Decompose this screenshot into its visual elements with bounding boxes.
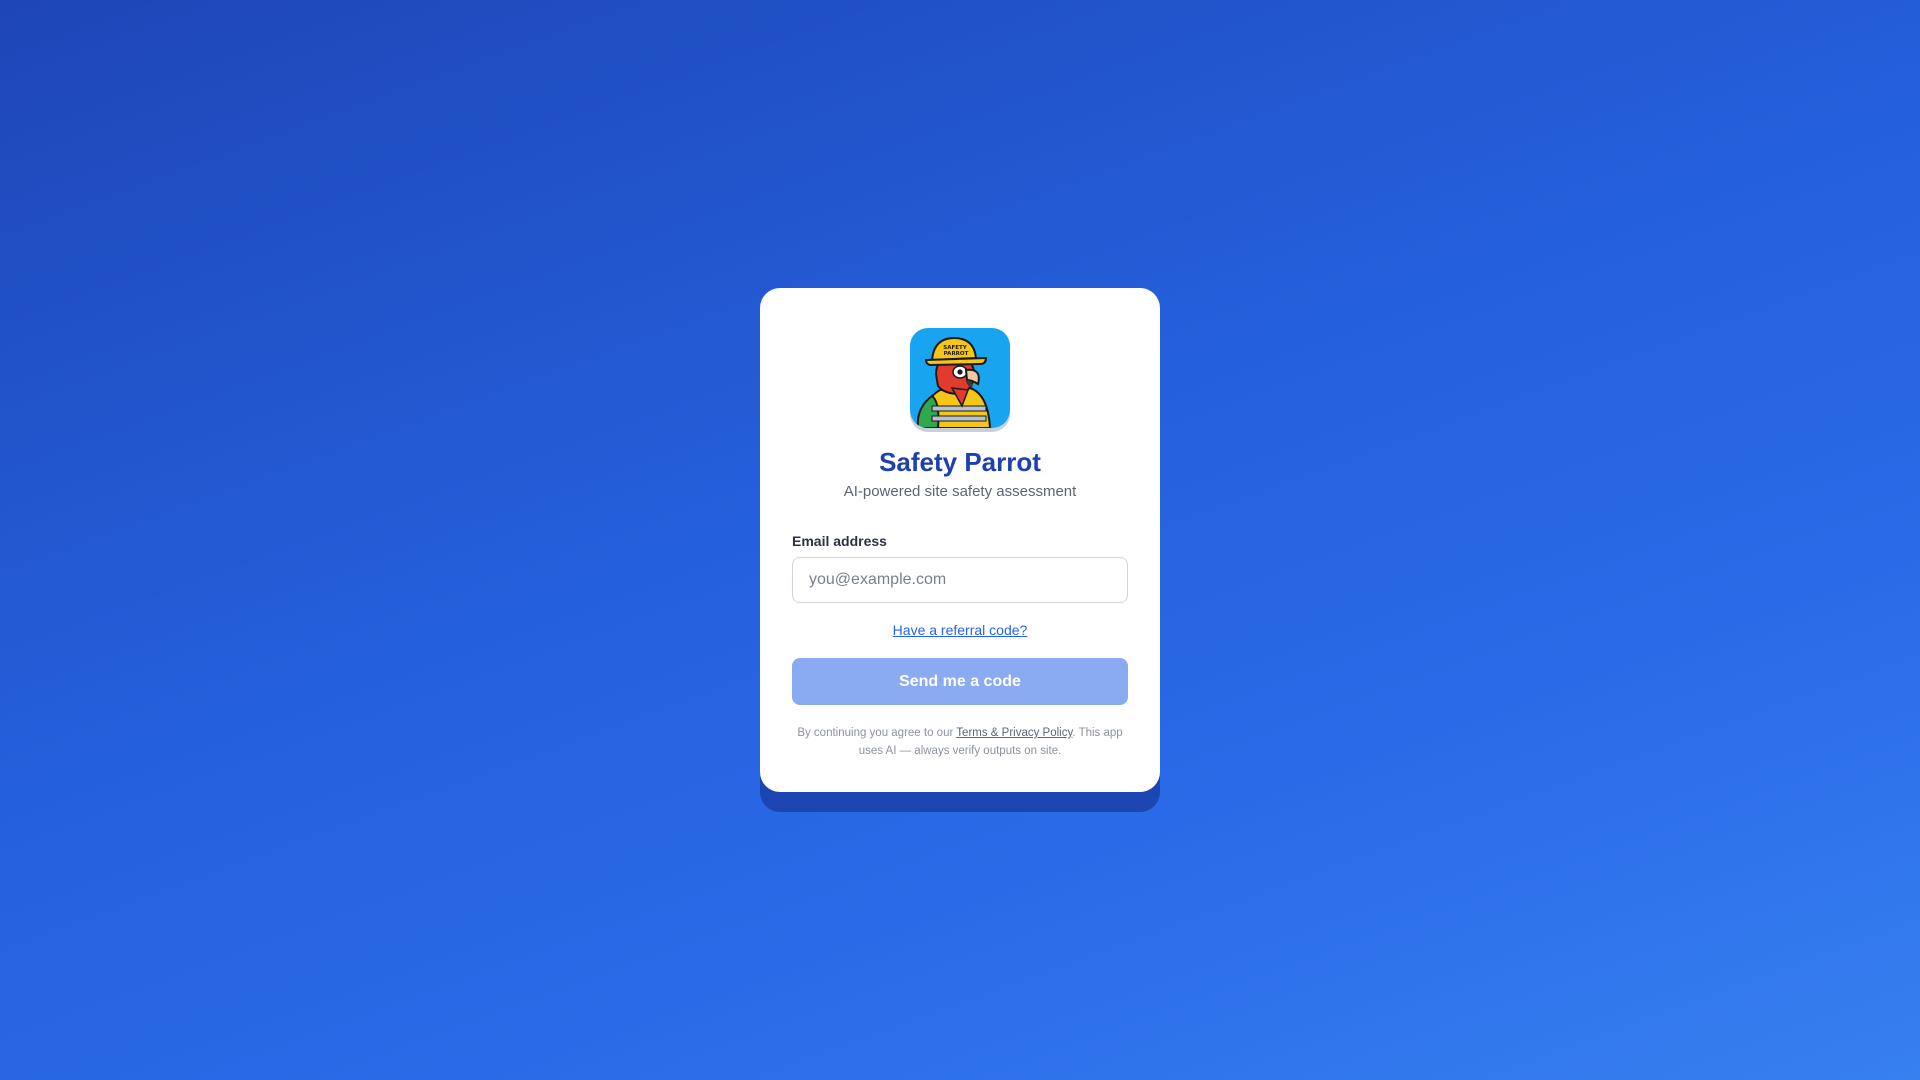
email-label: Email address [792,533,887,549]
svg-text:PARROT: PARROT [944,351,969,357]
app-title: Safety Parrot [879,447,1041,477]
legal-prefix: By continuing you agree to our [797,727,957,739]
app-subtitle: AI-powered site safety assessment [843,483,1077,500]
login-card-wrapper: SAFETY PARROT Safety Parrot AI-powered s… [760,288,1160,812]
email-input[interactable] [792,557,1128,603]
parrot-hardhat-logo-icon: SAFETY PARROT [916,336,992,428]
app-logo: SAFETY PARROT [910,328,1010,428]
referral-code-link[interactable]: Have a referral code? [792,621,1128,639]
legal-notice: By continuing you agree to our Terms & P… [792,724,1128,760]
send-code-button[interactable]: Send me a code [792,658,1128,705]
terms-privacy-link[interactable]: Terms & Privacy Policy [956,727,1072,739]
login-card: SAFETY PARROT Safety Parrot AI-powered s… [760,288,1160,792]
